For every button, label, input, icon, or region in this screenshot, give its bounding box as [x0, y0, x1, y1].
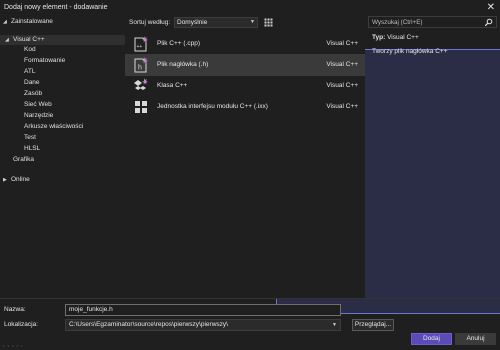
cpp-class-icon: [134, 78, 148, 90]
tree-item-visual-cpp[interactable]: ◢ Visual C++: [0, 35, 125, 45]
add-button[interactable]: Dodaj: [411, 333, 452, 345]
bottom-divider: [0, 298, 500, 299]
tree-item-arkusze[interactable]: Arkusze właściwości: [24, 122, 83, 132]
header-file-icon: h: [134, 57, 148, 73]
cancel-button[interactable]: Anuluj: [455, 333, 496, 345]
grid-view-icon: [264, 18, 273, 27]
tree-item-siec-web[interactable]: Sieć Web: [24, 100, 52, 110]
svg-text:++: ++: [137, 44, 143, 50]
tree-item-zasob[interactable]: Zasób: [24, 89, 42, 99]
template-row-module[interactable]: Jednostka interfejsu modułu C++ (.ixx) V…: [125, 96, 365, 118]
resize-grip-icon: • • • • •: [3, 343, 24, 348]
details-panel: Typ: Visual C++ Tworzy plik nagłówka C++: [372, 34, 497, 55]
category-tree: ◢ Zainstalowane ◢ Visual C++ Kod Formatowa…: [0, 16, 125, 298]
expanded-icon: ◢: [5, 37, 9, 43]
tree-item-narzedzie[interactable]: Narzędzie: [24, 111, 53, 121]
tree-item-hlsl[interactable]: HLSL: [24, 144, 40, 154]
title-bar: Dodaj nowy element - dodawanie ✕: [0, 0, 500, 16]
tree-item-test[interactable]: Test: [24, 133, 36, 143]
grid-view-button[interactable]: [263, 17, 274, 28]
tree-item-kod[interactable]: Kod: [24, 45, 36, 55]
name-label: Nazwa:: [4, 306, 26, 313]
collapsed-icon: ▶: [3, 177, 7, 183]
template-row-header[interactable]: h Plik nagłówka (.h) Visual C++: [125, 54, 365, 76]
location-label: Lokalizacja:: [4, 321, 38, 328]
template-list: ++ Plik C++ (.cpp) Visual C++ h Plik nag…: [125, 33, 365, 298]
chevron-down-icon: ▼: [250, 19, 255, 25]
sort-label: Sortuj według:: [129, 19, 171, 26]
search-icon[interactable]: [484, 18, 493, 27]
search-box[interactable]: Wyszukaj (Ctrl+E): [368, 16, 497, 28]
template-row-cpp[interactable]: ++ Plik C++ (.cpp) Visual C++: [125, 33, 365, 55]
tree-item-online[interactable]: ▶ Online: [3, 175, 30, 185]
tree-item-grafika[interactable]: Grafika: [13, 155, 34, 165]
search-placeholder: Wyszukaj (Ctrl+E): [372, 19, 423, 26]
tree-item-atl[interactable]: ATL: [24, 67, 35, 77]
tree-item-installed[interactable]: ◢ Zainstalowane: [3, 17, 53, 27]
expanded-icon: ◢: [3, 19, 7, 25]
name-input[interactable]: moje_funkcje.h: [65, 304, 341, 316]
close-icon[interactable]: ✕: [487, 2, 495, 13]
tree-item-formatowanie[interactable]: Formatowanie: [24, 56, 65, 66]
chevron-down-icon: ▼: [332, 322, 337, 328]
details-description: Tworzy plik nagłówka C++: [372, 48, 448, 55]
window-title: Dodaj nowy element - dodawanie: [4, 4, 108, 11]
template-row-class[interactable]: Klasa C++ Visual C++: [125, 75, 365, 97]
svg-text:h: h: [138, 65, 142, 72]
location-dropdown[interactable]: C:\Users\Egzaminator\source\repos\pierws…: [65, 319, 341, 331]
details-type: Typ: Visual C++: [372, 34, 419, 41]
browse-button[interactable]: Przeglądaj...: [352, 319, 394, 331]
tree-item-dane[interactable]: Dane: [24, 78, 40, 88]
sort-dropdown[interactable]: Domyślnie ▼: [174, 17, 258, 28]
module-interface-icon: [135, 101, 147, 113]
sort-toolbar: Sortuj według: Domyślnie ▼: [129, 16, 500, 314]
cpp-file-icon: ++: [134, 36, 148, 52]
